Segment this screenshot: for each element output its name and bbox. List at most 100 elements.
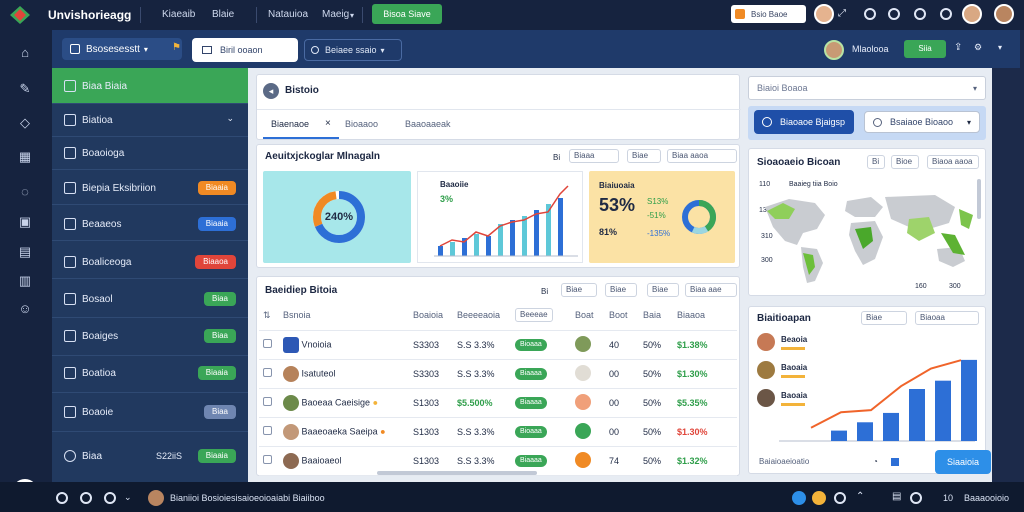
tab[interactable]: Baaoaaeak — [405, 119, 451, 129]
primary-button[interactable]: Biaoaoe Bjaigsp — [754, 110, 854, 134]
volume-icon[interactable] — [910, 492, 922, 504]
row-checkbox[interactable] — [263, 368, 272, 377]
close-icon[interactable]: × — [325, 118, 331, 129]
sidebar-item[interactable]: Biatioa ⌄ — [52, 104, 248, 137]
filter-select[interactable]: Biae — [561, 283, 597, 297]
filter-select[interactable]: Biae — [627, 149, 661, 163]
avatar[interactable] — [824, 40, 844, 60]
chevron-down-icon[interactable]: ⌄ — [124, 492, 132, 503]
share-icon[interactable]: ⇪ — [954, 42, 962, 53]
nav-item-2[interactable]: Blaie — [212, 9, 234, 20]
grid-icon[interactable]: ▣ — [17, 215, 33, 229]
sidebar-item[interactable]: Boatioa Biaaia — [52, 357, 248, 393]
tag-icon[interactable]: ◇ — [17, 116, 33, 130]
folder-icon[interactable] — [812, 491, 826, 505]
table-row[interactable]: Baoeaa Caeisige ● S1303 $5.500% Biaaaa 0… — [259, 388, 737, 417]
power-icon[interactable] — [56, 492, 68, 504]
sidebar-item[interactable]: Boaliceoga Biaaoa — [52, 246, 248, 279]
nav-item-4[interactable]: Maeig — [322, 9, 349, 20]
sidebar-item-active[interactable]: Biaa Biaia — [52, 68, 248, 104]
avatar[interactable] — [994, 4, 1014, 24]
settings-icon[interactable]: ⚙ — [974, 42, 982, 53]
browser-icon[interactable] — [792, 491, 806, 505]
sidebar-item[interactable]: Biaa S22iiS Biaaia — [52, 440, 248, 476]
avatar[interactable] — [148, 490, 164, 506]
toolbar-dropdown-1[interactable]: Biril ooaon — [192, 38, 298, 62]
sidebar-item[interactable]: Boaiges Biaa — [52, 320, 248, 356]
column-header[interactable]: Boot — [605, 301, 639, 330]
star-icon[interactable]: ⚑ — [172, 42, 181, 53]
floating-action-button[interactable]: Siaaioia — [935, 450, 991, 474]
filter-select[interactable]: Bioe — [891, 155, 919, 169]
globe-icon[interactable] — [914, 8, 926, 20]
expand-icon[interactable]: ⤢ — [838, 8, 846, 19]
column-header[interactable]: Beeeeaoia — [453, 301, 511, 330]
mail-icon[interactable] — [834, 492, 846, 504]
avatar[interactable] — [814, 4, 834, 24]
calendar-icon[interactable]: ▦ — [17, 150, 33, 164]
column-header[interactable]: Boaioia — [409, 301, 453, 330]
top-action-button[interactable]: Bisoa Siave — [372, 4, 442, 24]
sidebar-item[interactable]: Boaoioga — [52, 137, 248, 170]
filter-select[interactable]: Biaoaa — [915, 311, 979, 325]
chat-icon[interactable]: ◌ — [17, 185, 33, 199]
sidebar-item[interactable]: Biepia Eksibriion Biaaia — [52, 172, 248, 205]
row-checkbox[interactable] — [263, 426, 272, 435]
chevron-down-icon[interactable]: ▾ — [998, 43, 1002, 52]
column-header[interactable]: Boat — [571, 301, 605, 330]
box-icon[interactable]: ▤ — [17, 245, 33, 259]
search-input[interactable]: Biaioi Boaoa ▾ — [748, 76, 986, 100]
workspace-dropdown[interactable]: Bsosesesstt ▾ — [62, 38, 182, 60]
horizontal-scrollbar[interactable] — [377, 471, 537, 475]
app-logo-icon[interactable] — [10, 6, 30, 24]
smile-icon[interactable]: ☺ — [17, 302, 33, 316]
nav-item-1[interactable]: Kiaeaib — [162, 9, 195, 20]
layers-icon[interactable]: ▥ — [17, 274, 33, 288]
calendar-icon[interactable]: Bi — [553, 153, 560, 162]
edit-icon[interactable]: ✎ — [17, 82, 33, 96]
table-row[interactable]: Isatuteol S3303 S.S 3.3% Biaaaa 00 50% $… — [259, 359, 737, 388]
filter-select[interactable]: Biae — [605, 283, 637, 297]
filter-select[interactable]: Biaa aaoa — [667, 149, 737, 163]
calendar-icon[interactable]: Bi — [867, 155, 885, 169]
column-header[interactable]: Bsnoia — [279, 301, 409, 330]
sidebar-item[interactable]: Bosaol Biaa — [52, 283, 248, 318]
info-icon[interactable]: ◔ — [873, 457, 878, 466]
settings-icon[interactable] — [104, 492, 116, 504]
filter-select[interactable]: Biae — [647, 283, 679, 297]
sidebar-item[interactable]: Beaaeos Biaaia — [52, 208, 248, 241]
tab[interactable]: Bioaaoo — [345, 119, 378, 129]
row-checkbox[interactable] — [263, 455, 272, 464]
back-icon[interactable]: ◂ — [263, 83, 279, 99]
network-icon[interactable]: ▤ — [892, 491, 901, 502]
vertical-scrollbar[interactable] — [977, 179, 981, 219]
nav-item-3[interactable]: Natauioa — [268, 9, 308, 20]
green-toolbar-button[interactable]: Siia — [904, 40, 946, 58]
clock-icon[interactable] — [864, 8, 876, 20]
home-icon[interactable]: ⌂ — [17, 46, 33, 60]
filter-select[interactable]: Biae — [861, 311, 907, 325]
sort-icon[interactable]: ⇅ — [259, 301, 279, 330]
avatar[interactable] — [962, 4, 982, 24]
filter-select[interactable]: Biaa aae — [685, 283, 737, 297]
outline-dropdown[interactable]: Bsaiaoe Bioaoo ▾ — [864, 111, 980, 133]
column-header[interactable]: Biaaoa — [673, 301, 737, 330]
table-row[interactable]: Vnoioia S3303 S.S 3.3% Bioaaa 40 50% $1.… — [259, 330, 737, 359]
row-checkbox[interactable] — [263, 397, 272, 406]
help-icon[interactable] — [940, 8, 952, 20]
row-checkbox[interactable] — [263, 339, 272, 348]
chevron-up-icon[interactable]: ⌃ — [856, 491, 864, 502]
column-header[interactable]: Baia — [639, 301, 673, 330]
filter-select[interactable]: Biaoa aaoa — [927, 155, 979, 169]
camera-icon[interactable] — [888, 8, 900, 20]
top-search[interactable]: Bsio Baoe — [731, 5, 806, 23]
table-row[interactable]: Baaeoaeka Saeipa ● S1303 S.S 3.3% Bioaaa… — [259, 417, 737, 446]
sidebar-item[interactable]: Boaoie Biaa — [52, 396, 248, 432]
tab-active[interactable]: Biaenaoe × — [263, 111, 339, 139]
filter-select[interactable]: Biaaa — [569, 149, 619, 163]
column-header[interactable]: Beeeae — [511, 301, 571, 330]
chevron-down-icon[interactable]: ▾ — [350, 11, 354, 20]
app-icon[interactable] — [80, 492, 92, 504]
toolbar-dropdown-2[interactable]: Beiaee ssaio ▾ — [304, 39, 402, 61]
calendar-icon[interactable]: Bi — [541, 287, 548, 296]
